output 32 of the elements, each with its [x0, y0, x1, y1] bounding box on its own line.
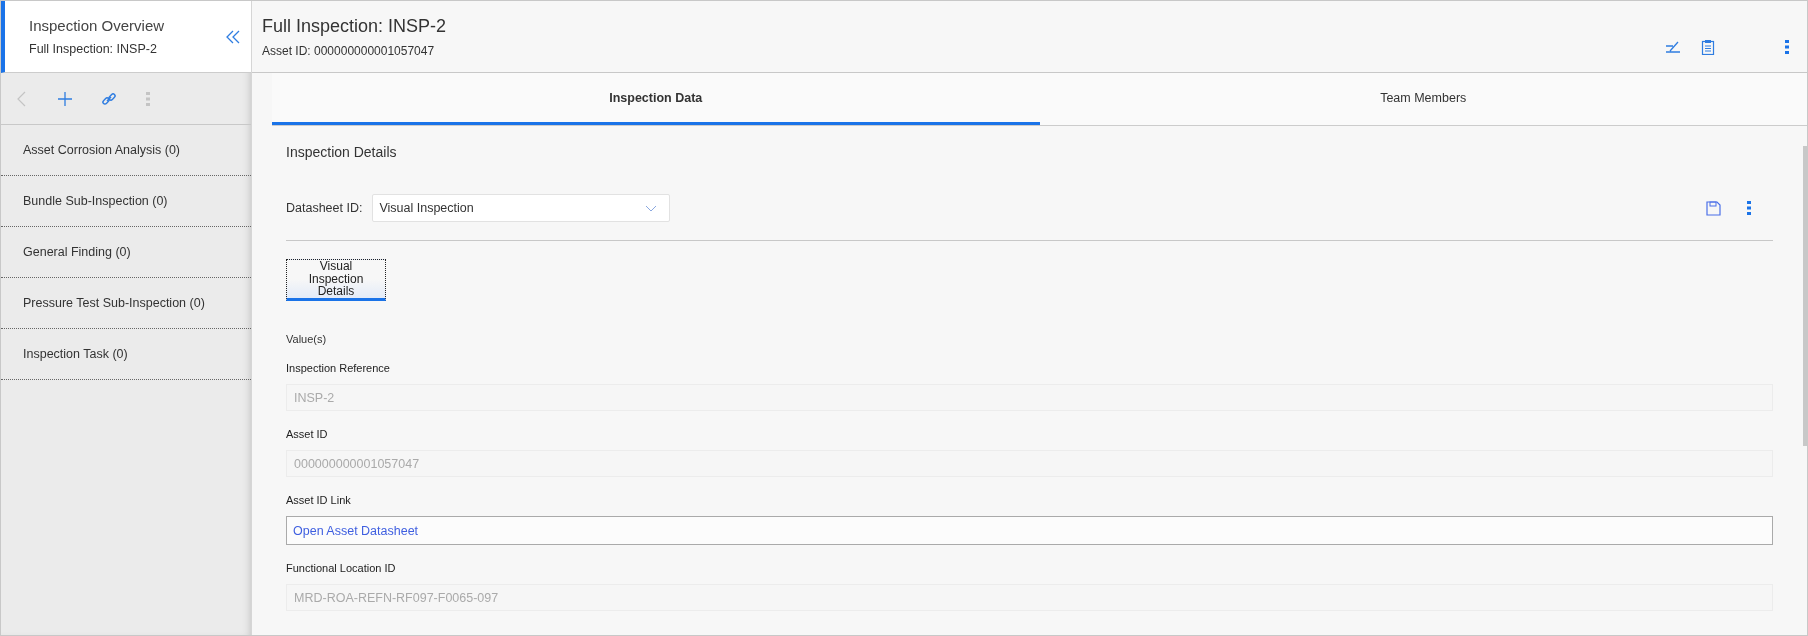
field-label: Functional Location ID: [286, 562, 397, 574]
more-icon[interactable]: [1747, 201, 1751, 215]
plus-icon[interactable]: [57, 90, 73, 107]
sidebar-title: Inspection Overview: [29, 17, 165, 34]
sidebar-subtitle: Full Inspection: INSP-2: [29, 42, 158, 56]
open-datasheet-link[interactable]: Open Asset Datasheet: [293, 523, 419, 538]
collapse-icon[interactable]: [225, 28, 241, 45]
field-label: Asset ID: [286, 428, 329, 440]
section-tab[interactable]: Visual Inspection Details: [286, 259, 386, 301]
checklist-icon[interactable]: [1665, 39, 1681, 54]
chevron-down-icon: [645, 204, 658, 212]
sidebar-item[interactable]: General Finding (0): [1, 227, 251, 278]
field-label: Asset ID Link: [286, 494, 352, 506]
more-icon[interactable]: [1785, 39, 1789, 54]
save-icon[interactable]: [1706, 200, 1721, 216]
sidebar-item[interactable]: Pressure Test Sub-Inspection (0): [1, 278, 251, 329]
clipboard-icon[interactable]: [1701, 38, 1715, 55]
page-subtitle: Asset ID: 000000000001057047: [262, 43, 436, 58]
link-field[interactable]: Open Asset Datasheet: [286, 516, 1773, 545]
scrollbar[interactable]: [1803, 146, 1807, 446]
page-title: Full Inspection: INSP-2: [262, 15, 447, 37]
section-title: Inspection Details: [286, 144, 398, 160]
tab[interactable]: Inspection Data: [272, 73, 1040, 125]
link-icon[interactable]: [101, 90, 117, 107]
sidebar-item[interactable]: Asset Corrosion Analysis (0): [1, 125, 251, 176]
values-label: Value(s): [286, 333, 328, 345]
tab[interactable]: Team Members: [1039, 73, 1807, 125]
field-label: Inspection Reference: [286, 362, 391, 374]
datasheet-label: Datasheet ID:: [286, 201, 363, 215]
sidebar-item[interactable]: Bundle Sub-Inspection (0): [1, 176, 251, 227]
sidebar-item[interactable]: Inspection Task (0): [1, 329, 251, 380]
datasheet-dropdown[interactable]: Visual Inspection: [372, 194, 671, 222]
